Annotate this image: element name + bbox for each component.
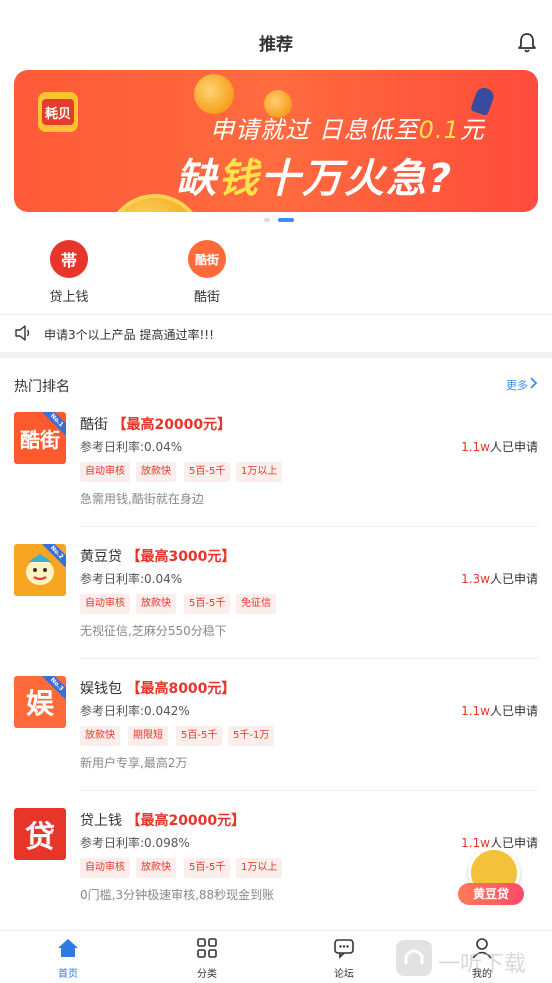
product-max-amount: 【最高3000元】 bbox=[126, 549, 236, 565]
quick-link-daishangqian[interactable]: 帯 贷上钱 bbox=[29, 240, 109, 305]
speaker-icon bbox=[15, 325, 30, 341]
applied-count: 1.1w人已申请 bbox=[461, 440, 538, 454]
thumb-text: 娱 bbox=[25, 687, 54, 720]
nav-forum[interactable]: 论坛 bbox=[314, 937, 374, 980]
notice-bar[interactable]: 申请3个以上产品 提高通过率!!! bbox=[0, 316, 552, 352]
product-tag: 5百-5千 bbox=[184, 594, 231, 614]
home-icon bbox=[58, 939, 78, 957]
nav-label: 分类 bbox=[197, 969, 217, 980]
product-tag: 5百-5千 bbox=[184, 858, 231, 878]
watermark-text: 一听下载 bbox=[438, 952, 527, 977]
product-tag: 自动审核 bbox=[80, 594, 130, 614]
top-bar: 推荐 bbox=[0, 0, 552, 66]
product-card-huangdoudai[interactable]: No.2 黄豆贷 【最高3000元】 参考日利率:0.04% 1.3w人已申请 … bbox=[0, 544, 552, 676]
divider bbox=[80, 658, 538, 659]
product-tag: 自动审核 bbox=[80, 462, 130, 482]
product-rate: 参考日利率:0.04% bbox=[80, 440, 183, 454]
divider bbox=[80, 526, 538, 527]
product-card-yuqianbao[interactable]: 娱 No.3 娱钱包 【最高8000元】 参考日利率:0.042% 1.1w人已… bbox=[0, 676, 552, 808]
floating-promo-button[interactable]: 黄豆贷 bbox=[452, 847, 532, 913]
nav-home[interactable]: 首页 bbox=[38, 937, 98, 980]
product-name: 贷上钱 【最高20000元】 bbox=[80, 813, 246, 829]
banner-headline: 申请就过 日息低至0.1元 bbox=[210, 116, 485, 144]
divider bbox=[0, 314, 552, 315]
more-link[interactable]: 更多 bbox=[506, 377, 528, 393]
page-title: 推荐 bbox=[259, 35, 293, 55]
product-rate: 参考日利率:0.04% bbox=[80, 572, 183, 586]
product-tag: 放款快 bbox=[136, 462, 176, 482]
product-name: 酷街 【最高20000元】 bbox=[80, 417, 232, 433]
product-tag: 自动审核 bbox=[80, 858, 130, 878]
nav-category[interactable]: 分类 bbox=[177, 937, 237, 980]
product-max-amount: 【最高8000元】 bbox=[126, 681, 236, 697]
section-title: 热门排名 bbox=[14, 379, 70, 395]
product-max-amount: 【最高20000元】 bbox=[112, 417, 232, 433]
product-rate: 参考日利率:0.098% bbox=[80, 836, 190, 850]
headphone-icon bbox=[396, 940, 432, 976]
product-desc: 0门槛,3分钟极速审核,88秒现金到账 bbox=[80, 888, 275, 902]
quick-link-kujie[interactable]: 酷街 酷街 bbox=[167, 240, 247, 305]
product-tag: 放款快 bbox=[136, 858, 176, 878]
bell-icon[interactable] bbox=[515, 32, 539, 54]
product-card-kujie[interactable]: 酷街 No.1 酷街 【最高20000元】 参考日利率:0.04% 1.1w人已… bbox=[0, 412, 552, 544]
applied-count: 1.1w人已申请 bbox=[461, 704, 538, 718]
product-thumb: No.2 bbox=[14, 544, 66, 596]
thumb-text: 贷 bbox=[25, 820, 55, 855]
product-rate: 参考日利率:0.042% bbox=[80, 704, 190, 718]
product-thumb: 酷街 No.1 bbox=[14, 412, 66, 464]
chat-icon bbox=[334, 939, 354, 959]
divider bbox=[80, 790, 538, 791]
floating-promo-label: 黄豆贷 bbox=[458, 883, 524, 905]
product-tag: 放款快 bbox=[136, 594, 176, 614]
product-thumb: 娱 No.3 bbox=[14, 676, 66, 728]
quick-link-label: 酷街 bbox=[193, 290, 220, 305]
product-name: 黄豆贷 【最高3000元】 bbox=[80, 549, 236, 565]
chevron-right-icon[interactable] bbox=[528, 377, 538, 389]
watermark: 一听下载 bbox=[390, 938, 550, 978]
product-tag: 5百-5千 bbox=[176, 726, 223, 746]
carousel-dot-active[interactable] bbox=[278, 218, 294, 222]
product-tag: 期限短 bbox=[128, 726, 168, 746]
product-name: 娱钱包 【最高8000元】 bbox=[80, 681, 236, 697]
banner-logo: 耗贝 bbox=[38, 92, 78, 132]
product-tag: 1万以上 bbox=[236, 858, 283, 878]
carousel-dot[interactable] bbox=[264, 218, 270, 222]
applied-count: 1.3w人已申请 bbox=[461, 572, 538, 586]
promo-banner[interactable]: ¥ 耗贝 申请就过 日息低至0.1元 缺钱十万火急? bbox=[14, 70, 538, 212]
grid-icon bbox=[197, 938, 217, 958]
product-tag: 1万以上 bbox=[236, 462, 283, 482]
notice-text: 申请3个以上产品 提高通过率!!! bbox=[44, 328, 214, 342]
product-tag: 5百-5千 bbox=[184, 462, 231, 482]
product-thumb: 贷 bbox=[14, 808, 66, 860]
product-tag: 放款快 bbox=[80, 726, 120, 746]
product-desc: 新用户专享,最高2万 bbox=[80, 756, 188, 770]
quick-link-label: 贷上钱 bbox=[49, 290, 89, 305]
product-max-amount: 【最高20000元】 bbox=[126, 813, 246, 829]
section-gap bbox=[0, 352, 552, 358]
nav-label: 论坛 bbox=[334, 969, 354, 980]
banner-logo-text: 耗贝 bbox=[42, 99, 74, 125]
product-tag: 5千-1万 bbox=[228, 726, 275, 746]
daishangqian-icon: 帯 bbox=[50, 240, 88, 278]
product-desc: 无视征信,芝麻分550分稳下 bbox=[80, 624, 227, 638]
product-tag: 免征信 bbox=[236, 594, 276, 614]
kujie-icon: 酷街 bbox=[188, 240, 226, 278]
product-desc: 急需用钱,酷街就在身边 bbox=[80, 492, 204, 506]
coin-decoration bbox=[194, 74, 234, 114]
nav-label: 首页 bbox=[58, 969, 78, 980]
banner-slogan: 缺钱十万火急? bbox=[176, 156, 454, 202]
thumb-text: 酷街 bbox=[20, 427, 60, 452]
